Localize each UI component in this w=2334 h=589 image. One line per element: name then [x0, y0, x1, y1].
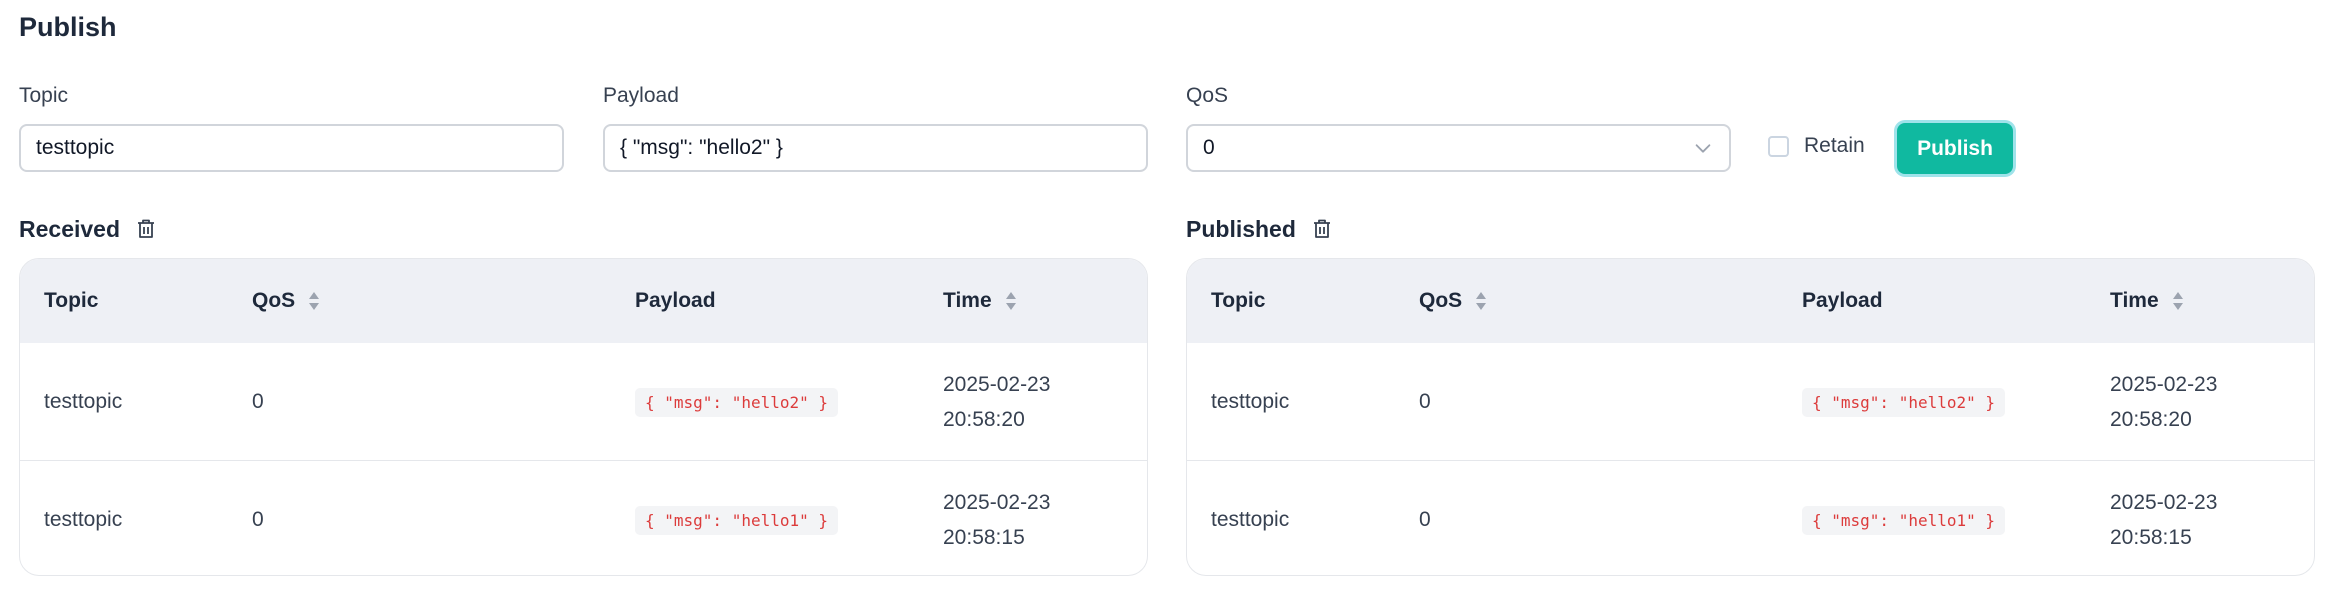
payload-code: { "msg": "hello1" } — [635, 505, 839, 535]
cell-date-text: 2025-02-23 — [943, 491, 1051, 514]
published-header: Published — [1186, 214, 1334, 244]
qos-select[interactable]: 0 — [1186, 124, 1731, 172]
table-row: testtopic 0 { "msg": "hello1" } 2025-02-… — [1187, 461, 2314, 575]
chevron-down-icon — [1695, 144, 1711, 153]
payload-code: { "msg": "hello2" } — [1802, 387, 2006, 417]
topic-label: Topic — [19, 84, 69, 107]
table-header: Topic QoS Payload Time — [1187, 259, 2314, 343]
cell-time-text: 20:58:20 — [943, 408, 1025, 431]
publish-button[interactable]: Publish — [1897, 123, 2013, 174]
cell-payload: { "msg": "hello2" } — [1802, 343, 2006, 461]
cell-time-text: 20:58:15 — [2110, 526, 2192, 549]
published-title: Published — [1186, 216, 1296, 242]
sort-icon[interactable] — [1474, 290, 1488, 312]
column-time[interactable]: Time — [943, 259, 1018, 343]
cell-date-text: 2025-02-23 — [2110, 373, 2218, 396]
cell-payload: { "msg": "hello2" } — [635, 343, 839, 461]
payload-input[interactable]: { "msg": "hello2" } — [603, 124, 1148, 172]
payload-code: { "msg": "hello2" } — [635, 387, 839, 417]
sort-icon[interactable] — [2171, 290, 2185, 312]
cell-time-text: 20:58:20 — [2110, 408, 2192, 431]
column-topic: Topic — [44, 289, 99, 312]
topic-input[interactable]: testtopic — [19, 124, 564, 172]
cell-time: 2025-02-23 20:58:15 — [2110, 461, 2218, 575]
qos-select-value: 0 — [1203, 136, 1215, 159]
published-table: Topic QoS Payload Time testtopic 0 { "ms… — [1186, 258, 2315, 576]
sort-icon[interactable] — [1004, 290, 1018, 312]
column-qos[interactable]: QoS — [1419, 259, 1488, 343]
cell-payload: { "msg": "hello1" } — [635, 461, 839, 575]
qos-label: QoS — [1186, 84, 1229, 107]
column-time[interactable]: Time — [2110, 259, 2185, 343]
table-row: testtopic 0 { "msg": "hello2" } 2025-02-… — [1187, 343, 2314, 461]
retain-checkbox[interactable] — [1768, 135, 1789, 157]
cell-topic: testtopic — [1211, 390, 1290, 413]
column-qos[interactable]: QoS — [252, 259, 321, 343]
cell-topic: testtopic — [44, 390, 123, 413]
column-topic: Topic — [1211, 289, 1266, 312]
cell-date-text: 2025-02-23 — [2110, 491, 2218, 514]
cell-time: 2025-02-23 20:58:20 — [943, 343, 1050, 461]
payload-code: { "msg": "hello1" } — [1802, 505, 2006, 535]
sort-icon[interactable] — [307, 290, 321, 312]
publish-title: Publish — [19, 12, 117, 42]
payload-label: Payload — [603, 84, 679, 107]
cell-time: 2025-02-23 20:58:15 — [943, 461, 1051, 575]
trash-icon[interactable] — [1310, 217, 1334, 241]
cell-qos: 0 — [1419, 508, 1431, 531]
cell-qos: 0 — [1419, 390, 1431, 413]
column-payload: Payload — [1802, 289, 1883, 312]
cell-date-text: 2025-02-23 — [943, 373, 1051, 396]
cell-time: 2025-02-23 20:58:20 — [2110, 343, 2217, 461]
received-header: Received — [19, 214, 158, 244]
received-title: Received — [19, 216, 121, 242]
table-header: Topic QoS Payload Time — [20, 259, 1147, 343]
retain-toggle[interactable]: Retain — [1768, 134, 1865, 158]
retain-label: Retain — [1804, 134, 1865, 157]
received-table: Topic QoS Payload Time testtopic 0 { "ms… — [19, 258, 1148, 576]
cell-qos: 0 — [252, 508, 264, 531]
table-row: testtopic 0 { "msg": "hello2" } 2025-02-… — [20, 343, 1147, 461]
table-row: testtopic 0 { "msg": "hello1" } 2025-02-… — [20, 461, 1147, 575]
cell-time-text: 20:58:15 — [943, 526, 1025, 549]
cell-qos: 0 — [252, 390, 264, 413]
trash-icon[interactable] — [134, 217, 158, 241]
cell-payload: { "msg": "hello1" } — [1802, 461, 2006, 575]
mqtt-page: Publish Topic testtopic Payload { "msg":… — [0, 0, 2334, 589]
column-payload: Payload — [635, 289, 716, 312]
cell-topic: testtopic — [44, 508, 123, 531]
cell-topic: testtopic — [1211, 508, 1290, 531]
